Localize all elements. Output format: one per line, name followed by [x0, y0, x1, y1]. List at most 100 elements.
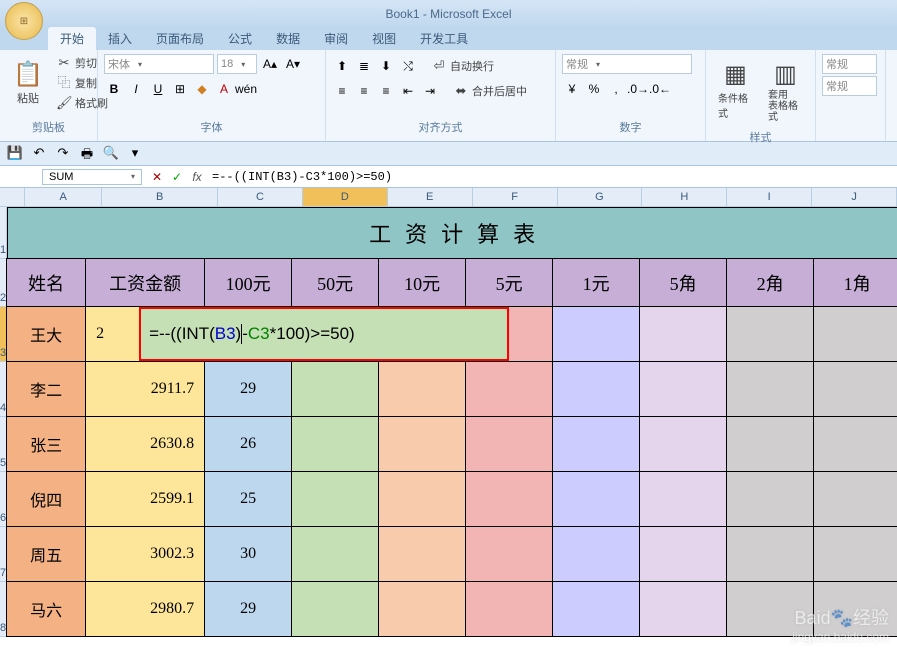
cell-f7[interactable] [465, 526, 553, 582]
col-header-j[interactable]: J [812, 188, 897, 207]
cell-a5[interactable]: 张三 [6, 416, 86, 472]
cell-h8[interactable] [639, 581, 727, 637]
tab-dev[interactable]: 开发工具 [408, 27, 480, 50]
tab-insert[interactable]: 插入 [96, 27, 144, 50]
border-button[interactable]: ⊞ [170, 79, 190, 99]
cancel-icon[interactable]: ✕ [148, 168, 166, 186]
tab-view[interactable]: 视图 [360, 27, 408, 50]
indent-dec-button[interactable]: ⇤ [398, 81, 418, 101]
cell-e8[interactable] [378, 581, 466, 637]
cell-f8[interactable] [465, 581, 553, 637]
col-header-e[interactable]: E [388, 188, 473, 207]
cell-i6[interactable] [726, 471, 814, 527]
qat-more-icon[interactable]: ▾ [126, 145, 144, 163]
cell-j3[interactable] [813, 306, 897, 362]
currency-button[interactable]: ¥ [562, 79, 582, 99]
cell-h5[interactable] [639, 416, 727, 472]
align-center-button[interactable]: ≡ [354, 81, 374, 101]
select-all-corner[interactable] [0, 188, 25, 207]
style-normal-2[interactable]: 常规 [822, 76, 877, 96]
col-header-c[interactable]: C [218, 188, 303, 207]
wrap-button[interactable]: ⏎自动换行 [428, 56, 497, 76]
tab-formula[interactable]: 公式 [216, 27, 264, 50]
col-header-g[interactable]: G [558, 188, 643, 207]
align-mid-button[interactable]: ≣ [354, 56, 374, 76]
underline-button[interactable]: U [148, 79, 168, 99]
cell-g3[interactable] [552, 306, 640, 362]
cell-b6[interactable]: 2599.1 [85, 471, 205, 527]
tab-data[interactable]: 数据 [264, 27, 312, 50]
cell-g8[interactable] [552, 581, 640, 637]
percent-button[interactable]: % [584, 79, 604, 99]
tab-home[interactable]: 开始 [48, 27, 96, 50]
cell-a7[interactable]: 周五 [6, 526, 86, 582]
col-header-h[interactable]: H [642, 188, 727, 207]
indent-inc-button[interactable]: ⇥ [420, 81, 440, 101]
grow-font-button[interactable]: A▴ [260, 54, 280, 74]
align-top-button[interactable]: ⬆ [332, 56, 352, 76]
save-icon[interactable]: 💾 [6, 145, 24, 163]
tab-review[interactable]: 审阅 [312, 27, 360, 50]
name-box[interactable]: SUM ▾ [42, 169, 142, 185]
cell-g7[interactable] [552, 526, 640, 582]
cell-c4[interactable]: 29 [204, 361, 292, 417]
cell-a3[interactable]: 王大 [6, 306, 86, 362]
table-format-button[interactable]: ▥ 套用 表格格式 [762, 54, 809, 127]
italic-button[interactable]: I [126, 79, 146, 99]
fill-color-button[interactable]: ◆ [192, 79, 212, 99]
hdr-100[interactable]: 100元 [204, 258, 292, 307]
cell-g4[interactable] [552, 361, 640, 417]
cell-g6[interactable] [552, 471, 640, 527]
cell-d4[interactable] [291, 361, 379, 417]
spreadsheet-grid[interactable]: A B C D E F G H I J 1 2 3 4 5 6 7 8 工资计算… [0, 188, 897, 637]
align-left-button[interactable]: ≡ [332, 81, 352, 101]
cell-h3[interactable] [639, 306, 727, 362]
bold-button[interactable]: B [104, 79, 124, 99]
font-color-button[interactable]: A [214, 79, 234, 99]
cell-e4[interactable] [378, 361, 466, 417]
col-header-a[interactable]: A [25, 188, 102, 207]
hdr-1[interactable]: 1元 [552, 258, 640, 307]
font-size-dropdown[interactable]: 18▾ [217, 54, 257, 74]
cell-j7[interactable] [813, 526, 897, 582]
cell-edit-overlay[interactable]: =--((INT(B3)-C3*100)>=50) [139, 307, 509, 361]
formula-input[interactable] [206, 169, 897, 185]
merge-button[interactable]: ⬌合并后居中 [450, 81, 530, 101]
col-header-d[interactable]: D [303, 188, 388, 207]
number-format-dropdown[interactable]: 常规▾ [562, 54, 692, 74]
hdr-5[interactable]: 5元 [465, 258, 553, 307]
hdr-10[interactable]: 10元 [378, 258, 466, 307]
cell-b8[interactable]: 2980.7 [85, 581, 205, 637]
cell-c7[interactable]: 30 [204, 526, 292, 582]
cell-j5[interactable] [813, 416, 897, 472]
col-header-i[interactable]: I [727, 188, 812, 207]
paste-button[interactable]: 📋 粘贴 [6, 54, 50, 110]
cell-d7[interactable] [291, 526, 379, 582]
print-icon[interactable]: 🖶 [78, 145, 96, 163]
enter-icon[interactable]: ✓ [168, 168, 186, 186]
fx-icon[interactable]: fx [188, 168, 206, 186]
cell-i7[interactable] [726, 526, 814, 582]
cell-h7[interactable] [639, 526, 727, 582]
preview-icon[interactable]: 🔍 [102, 145, 120, 163]
cell-c8[interactable]: 29 [204, 581, 292, 637]
cell-f4[interactable] [465, 361, 553, 417]
cell-h6[interactable] [639, 471, 727, 527]
cell-d5[interactable] [291, 416, 379, 472]
phonetic-button[interactable]: wén [236, 79, 256, 99]
hdr-50[interactable]: 50元 [291, 258, 379, 307]
style-normal-1[interactable]: 常规 [822, 54, 877, 74]
cell-e5[interactable] [378, 416, 466, 472]
shrink-font-button[interactable]: A▾ [283, 54, 303, 74]
cell-title[interactable]: 工资计算表 [7, 207, 897, 259]
cell-i3[interactable] [726, 306, 814, 362]
cell-h4[interactable] [639, 361, 727, 417]
cell-g5[interactable] [552, 416, 640, 472]
cell-d8[interactable] [291, 581, 379, 637]
cell-a8[interactable]: 马六 [6, 581, 86, 637]
cell-a4[interactable]: 李二 [6, 361, 86, 417]
cell-e7[interactable] [378, 526, 466, 582]
hdr-name[interactable]: 姓名 [6, 258, 86, 307]
cell-f5[interactable] [465, 416, 553, 472]
cell-d6[interactable] [291, 471, 379, 527]
